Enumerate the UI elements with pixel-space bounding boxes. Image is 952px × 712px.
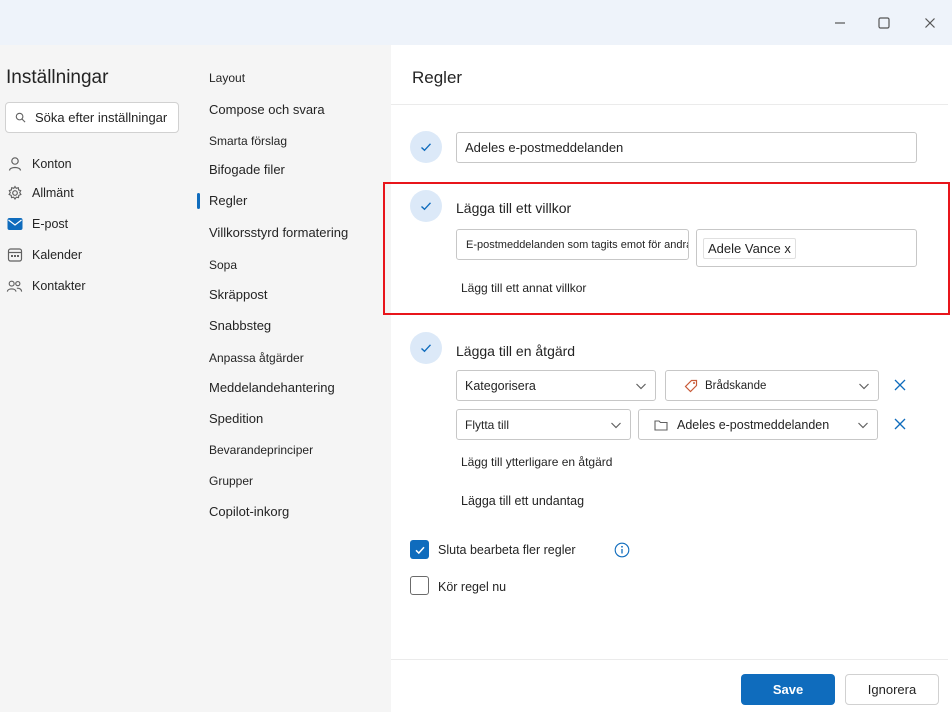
- folder-value: Adeles e-postmeddelanden: [677, 417, 830, 432]
- subnav-active-indicator: [197, 193, 200, 209]
- add-exception-link[interactable]: Lägga till ett undantag: [461, 494, 584, 508]
- subnav-item-copilot-inbox[interactable]: Copilot-inkorg: [209, 504, 289, 519]
- nav-item-label: Kalender: [32, 248, 83, 262]
- search-placeholder: Söka efter inställningar: [35, 110, 168, 125]
- subnav-item-attachments[interactable]: Bifogade filer: [209, 162, 285, 177]
- discard-button[interactable]: Ignorera: [845, 674, 939, 705]
- minimize-icon[interactable]: [829, 12, 851, 34]
- add-action-label: Lägga till en åtgärd: [456, 343, 576, 359]
- action-type-value: Flytta till: [465, 417, 510, 432]
- maximize-icon[interactable]: [873, 12, 895, 34]
- mail-icon: [6, 216, 23, 233]
- action-type-dropdown-2[interactable]: Flytta till: [456, 409, 631, 440]
- subnav-item-compose[interactable]: Compose och svara: [209, 102, 325, 117]
- subnav-item-forwarding[interactable]: Spedition: [209, 411, 263, 426]
- nav-item-kalender[interactable]: Kalender: [6, 244, 82, 266]
- tag-icon: [684, 379, 698, 392]
- settings-title: Inställningar: [6, 67, 109, 88]
- nav-item-epost[interactable]: E-post: [6, 213, 68, 235]
- search-icon: [15, 112, 26, 123]
- rule-name-field[interactable]: Adeles e-postmeddelanden: [456, 132, 917, 163]
- close-icon[interactable]: [919, 12, 941, 34]
- chevron-down-icon: [858, 422, 868, 428]
- subnav-item-groups[interactable]: Grupper: [209, 474, 253, 488]
- category-dropdown[interactable]: Brådskande: [665, 370, 879, 401]
- subnav-item-quick-steps[interactable]: Snabbsteg: [209, 318, 271, 333]
- nav-item-label: Allmänt: [32, 186, 74, 200]
- step-complete-icon: [410, 332, 442, 364]
- nav-item-label: Konton: [32, 157, 72, 171]
- subnav-item-retention-policies[interactable]: Bevarandeprinciper: [209, 443, 313, 457]
- chevron-down-icon: [859, 383, 869, 389]
- subnav-item-sweep[interactable]: Sopa: [209, 258, 237, 272]
- step-complete-icon: [410, 131, 442, 163]
- page-title: Regler: [412, 68, 463, 87]
- folder-dropdown[interactable]: Adeles e-postmeddelanden: [638, 409, 878, 440]
- chevron-down-icon: [636, 383, 646, 389]
- info-icon[interactable]: [613, 541, 631, 559]
- save-button[interactable]: Save: [741, 674, 835, 705]
- subnav-item-junk[interactable]: Skräppost: [209, 287, 268, 302]
- run-rule-now-label: Kör regel nu: [438, 580, 507, 594]
- run-rule-now-checkbox[interactable]: [410, 576, 429, 595]
- checkmark-icon: [414, 546, 425, 554]
- subnav-item-message-handling[interactable]: Meddelandehantering: [209, 380, 335, 395]
- gear-icon: [6, 185, 23, 202]
- rule-name-value: Adeles e-postmeddelanden: [465, 140, 624, 155]
- add-another-action-link[interactable]: Lägg till ytterligare en åtgärd: [461, 455, 612, 469]
- subnav-item-rules[interactable]: Regler: [209, 193, 247, 208]
- person-icon: [6, 156, 23, 173]
- subnav-item-conditional-formatting[interactable]: Villkorsstyrd formatering: [209, 225, 348, 240]
- settings-search-input[interactable]: Söka efter inställningar: [5, 102, 179, 133]
- chevron-down-icon: [611, 422, 621, 428]
- nav-item-konton[interactable]: Konton: [6, 153, 72, 175]
- remove-action-close-icon[interactable]: [891, 376, 909, 394]
- footer-divider: [391, 659, 948, 660]
- subnav-item-customize-actions[interactable]: Anpassa åtgärder: [209, 351, 304, 365]
- nav-item-allmant[interactable]: Allmänt: [6, 182, 74, 204]
- rules-panel: Regler Adeles e-postmeddelanden Lägga ti…: [391, 45, 948, 712]
- action-type-value: Kategorisera: [465, 378, 536, 393]
- calendar-icon: [6, 247, 23, 264]
- nav-item-label: Kontakter: [32, 279, 86, 293]
- nav-item-label: E-post: [32, 217, 69, 231]
- action-type-dropdown-1[interactable]: Kategorisera: [456, 370, 656, 401]
- settings-sidebar: Inställningar Söka efter inställningar K…: [0, 45, 391, 712]
- title-bar: [0, 0, 952, 45]
- folder-icon: [654, 419, 668, 431]
- stop-processing-label: Sluta bearbeta fler regler: [438, 543, 576, 557]
- nav-item-kontakter[interactable]: Kontakter: [6, 275, 86, 297]
- header-divider: [391, 104, 948, 105]
- subnav-item-layout[interactable]: Layout: [209, 71, 245, 85]
- people-icon: [6, 278, 23, 295]
- stop-processing-checkbox[interactable]: [410, 540, 429, 559]
- remove-action-close-icon[interactable]: [891, 415, 909, 433]
- subnav-item-smart-suggestions[interactable]: Smarta förslag: [209, 134, 287, 148]
- condition-highlight-box: [383, 182, 950, 315]
- category-value: Brådskande: [705, 379, 767, 392]
